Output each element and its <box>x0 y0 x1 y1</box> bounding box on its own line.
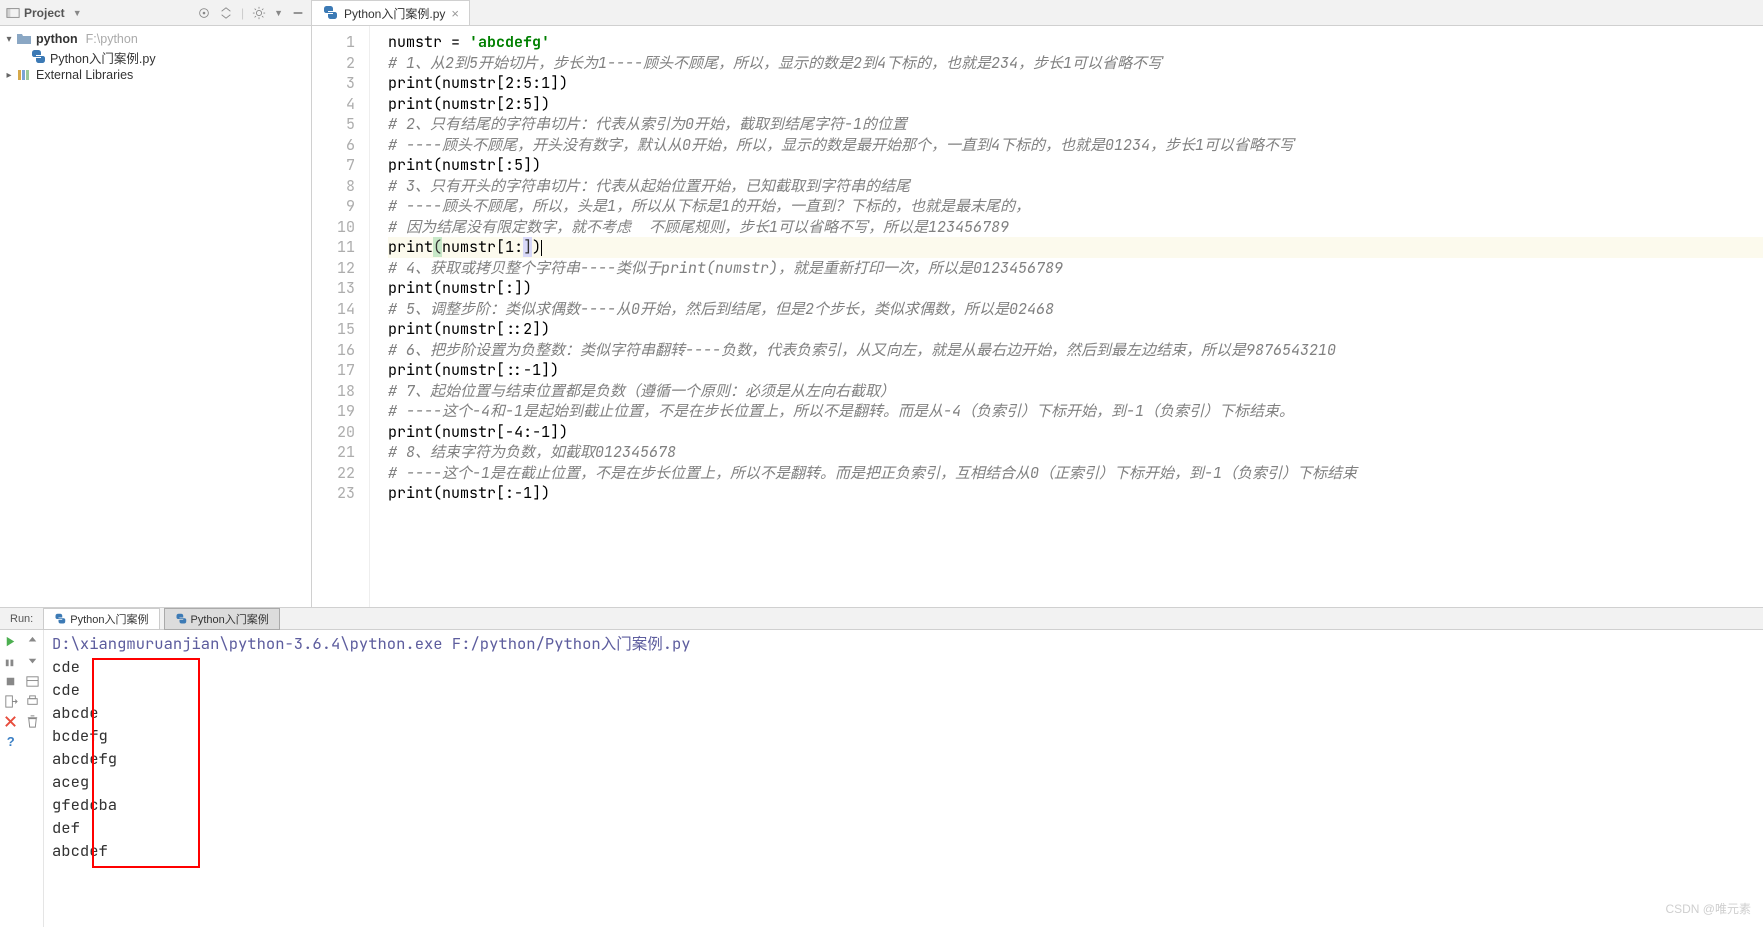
console-command: D:\xiangmuruanjian\python-3.6.4\python.e… <box>52 632 1755 655</box>
stop-icon[interactable] <box>3 654 18 669</box>
chevron-right-icon[interactable]: ▸ <box>4 70 14 81</box>
console-output[interactable]: D:\xiangmuruanjian\python-3.6.4\python.e… <box>44 630 1763 927</box>
exit-icon[interactable] <box>3 694 18 709</box>
close-red-icon[interactable] <box>3 714 18 729</box>
tree-file[interactable]: Python入门案例.py <box>0 48 311 66</box>
project-title-label: Project <box>24 6 65 20</box>
run-tab-label: Python入门案例 <box>191 611 269 627</box>
help-icon[interactable]: ? <box>3 734 18 749</box>
run-config-tab[interactable]: Python入门案例 <box>43 608 159 630</box>
folder-icon <box>16 31 32 47</box>
close-icon[interactable]: × <box>451 6 459 21</box>
console-stdout: cdecdeabcdebcdefgabcdefgaceggfedcbadefab… <box>52 655 1755 862</box>
libraries-icon <box>16 67 32 83</box>
down-icon[interactable] <box>25 654 40 669</box>
code-editor[interactable]: 1234567891011121314151617181920212223 nu… <box>312 26 1763 607</box>
python-file-icon <box>54 613 66 625</box>
run-toolbar: Run: Python入门案例 Python入门案例 <box>0 608 1763 630</box>
python-file-icon <box>175 613 187 625</box>
restart-icon[interactable] <box>3 674 18 689</box>
tree-ext-libs-label: External Libraries <box>34 68 133 82</box>
chevron-down-icon[interactable]: ▾ <box>4 34 14 45</box>
separator: | <box>241 6 244 20</box>
editor-panel: Python入门案例.py × 123456789101112131415161… <box>312 0 1763 607</box>
editor-tabs: Python入门案例.py × <box>312 0 1763 26</box>
tree-root-label: python <box>34 32 78 46</box>
rerun-icon[interactable] <box>3 634 18 649</box>
run-tool-window: Run: Python入门案例 Python入门案例 <box>0 607 1763 927</box>
editor-tab-label: Python入门案例.py <box>344 5 445 22</box>
project-panel: Project ▼ | ▼ ▾ python F:\python Python入… <box>0 0 312 607</box>
tree-ext-libs[interactable]: ▸ External Libraries <box>0 66 311 84</box>
settings-dropdown-icon[interactable]: ▼ <box>274 8 283 18</box>
trash-icon[interactable] <box>25 714 40 729</box>
project-title[interactable]: Project <box>6 6 65 20</box>
project-dropdown-icon[interactable]: ▼ <box>73 8 82 18</box>
run-gutter: ? <box>0 630 44 927</box>
collapse-icon[interactable] <box>219 6 233 20</box>
tree-root-hint: F:\python <box>80 32 138 46</box>
run-tab-label: Python入门案例 <box>70 611 148 627</box>
layout-icon[interactable] <box>25 674 40 689</box>
code-area[interactable]: numstr = 'abcdefg'# 1、从2到5开始切片，步长为1----顾… <box>370 26 1763 607</box>
project-tree: ▾ python F:\python Python入门案例.py ▸ Exter… <box>0 26 311 88</box>
run-label: Run: <box>4 613 39 625</box>
tree-root[interactable]: ▾ python F:\python <box>0 30 311 48</box>
watermark: CSDN @唯元素 <box>1665 898 1751 921</box>
locate-icon[interactable] <box>197 6 211 20</box>
up-icon[interactable] <box>25 634 40 649</box>
python-file-icon <box>322 5 338 21</box>
settings-icon[interactable] <box>252 6 266 20</box>
tree-file-label: Python入门案例.py <box>48 48 156 67</box>
hide-icon[interactable] <box>291 6 305 20</box>
python-file-icon <box>30 49 46 65</box>
line-gutter: 1234567891011121314151617181920212223 <box>312 26 370 607</box>
run-config-tab-active[interactable]: Python入门案例 <box>164 608 280 630</box>
editor-tab[interactable]: Python入门案例.py × <box>312 0 470 25</box>
print-icon[interactable] <box>25 694 40 709</box>
project-toolbar: Project ▼ | ▼ <box>0 0 311 26</box>
